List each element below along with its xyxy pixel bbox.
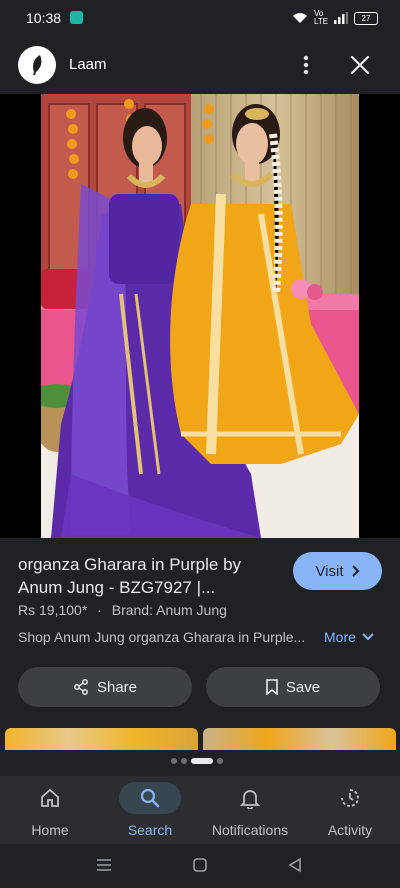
wifi-icon [293, 13, 307, 23]
site-name[interactable]: Laam [69, 56, 107, 73]
nav-search[interactable]: Search [100, 776, 200, 844]
nav-notifications-label: Notifications [211, 822, 289, 838]
price-line: Rs 19,100* · Brand: Anum Jung [18, 602, 227, 618]
site-logo[interactable] [18, 46, 56, 84]
share-button[interactable]: Share [18, 667, 192, 707]
more-vert-icon[interactable] [296, 54, 316, 76]
image-preview [0, 94, 400, 612]
chevron-down-icon [362, 633, 374, 641]
page-dot-active [191, 758, 213, 764]
home-button-icon[interactable] [192, 857, 208, 873]
source-header: Laam [0, 36, 400, 94]
feather-logo-icon [33, 55, 42, 75]
share-icon [74, 679, 88, 695]
bottom-navigation: Home Search Notifications Activity [0, 776, 400, 844]
network-label: Vo LTE [314, 9, 329, 26]
save-label: Save [285, 678, 321, 696]
app-notification-icon [70, 11, 83, 24]
save-button[interactable]: Save [206, 667, 380, 707]
bookmark-icon [266, 679, 278, 695]
nav-notifications[interactable]: Notifications [200, 776, 300, 844]
chevron-right-icon [351, 565, 359, 577]
result-description: Shop Anum Jung organza Gharara in Purple… [18, 629, 306, 645]
status-time: 10:38 [26, 10, 62, 26]
nav-activity[interactable]: Activity [300, 776, 400, 844]
pagination-dots [171, 758, 223, 764]
visit-label: Visit [315, 562, 344, 580]
system-navigation [0, 844, 400, 888]
related-results [0, 728, 400, 750]
recents-icon[interactable] [96, 858, 112, 872]
more-button[interactable]: More [324, 629, 374, 645]
price: Rs 19,100* [18, 602, 88, 618]
back-icon[interactable] [288, 857, 302, 873]
more-label: More [324, 629, 356, 645]
activity-icon [341, 789, 359, 807]
share-label: Share [96, 678, 138, 696]
nav-home[interactable]: Home [0, 776, 100, 844]
status-indicators: Vo LTE 27 [292, 10, 378, 26]
search-icon [140, 788, 160, 808]
related-thumb[interactable] [5, 728, 198, 750]
close-icon[interactable] [347, 52, 373, 78]
product-photo[interactable] [41, 94, 359, 538]
page-dot [171, 758, 177, 764]
home-icon [41, 788, 59, 807]
related-thumb[interactable] [203, 728, 396, 750]
nav-home-label: Home [31, 822, 69, 838]
brand: Brand: Anum Jung [111, 602, 227, 618]
visit-button[interactable]: Visit [293, 552, 382, 590]
page-dot [217, 758, 223, 764]
battery-icon: 27 [354, 11, 378, 25]
page-dot [181, 758, 187, 764]
nav-search-label: Search [127, 822, 173, 838]
status-bar: 10:38 Vo LTE 27 [0, 0, 400, 36]
bell-icon [239, 790, 261, 809]
signal-icon [334, 12, 348, 24]
nav-activity-label: Activity [327, 822, 373, 838]
result-details: organza Gharara in Purple by Anum Jung -… [0, 538, 400, 728]
result-title[interactable]: organza Gharara in Purple by Anum Jung -… [18, 553, 280, 599]
separator: · [97, 602, 102, 618]
